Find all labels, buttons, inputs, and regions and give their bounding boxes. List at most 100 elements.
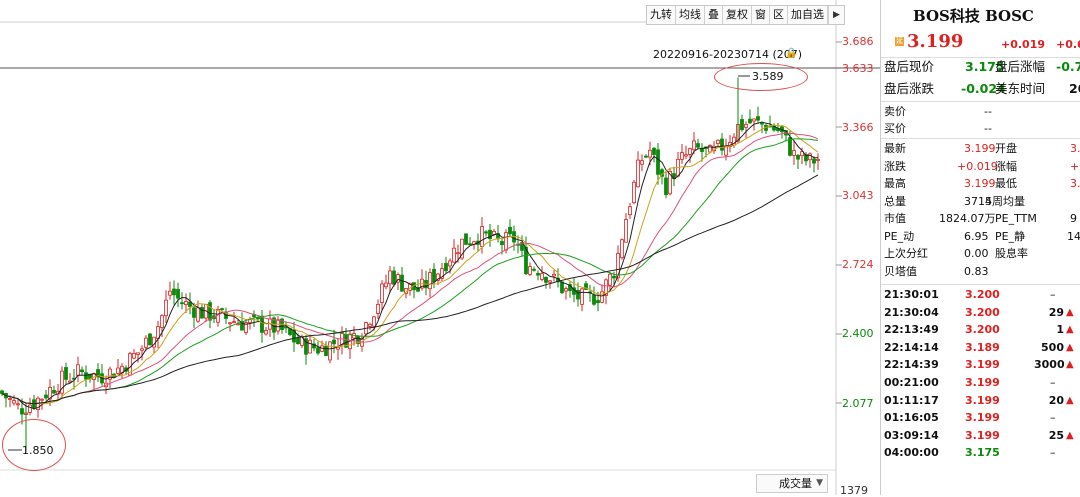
trade-time: 03:09:14 <box>884 428 939 442</box>
after-hours-row: 盘后现价 3.175 盘后涨幅 -0.7 <box>884 57 1080 77</box>
candle-body <box>688 148 692 155</box>
trade-price: 3.199 <box>965 376 1000 389</box>
price-change-percent: +0.60 <box>1056 38 1080 51</box>
candle-body <box>452 247 456 263</box>
candle-body <box>176 289 180 299</box>
candle-body <box>592 294 596 305</box>
moving-average-button[interactable]: 均线 <box>676 6 705 24</box>
candle-body <box>540 273 544 280</box>
candle-body <box>316 347 320 354</box>
stats-row: 上次分红 0.00 股息率 <box>884 245 1028 262</box>
stats-value: +0.6 <box>1070 159 1080 173</box>
stats-label: 市值 <box>884 212 906 225</box>
candle-body <box>716 139 720 144</box>
y-axis-label: 3.633 <box>842 62 874 75</box>
candle-body <box>680 152 684 160</box>
order-book-label: 买价 <box>884 122 906 135</box>
trade-time: 21:30:01 <box>884 288 939 301</box>
window-button[interactable]: 窗 <box>752 6 770 24</box>
trade-direction: – <box>1050 446 1056 460</box>
toolbar-expand-icon[interactable]: ▶ <box>828 6 844 24</box>
candle-body <box>532 268 536 271</box>
trade-price: 3.199 <box>965 358 1000 372</box>
stats-label: PE_动 <box>884 229 915 243</box>
ma30-line <box>1 138 819 405</box>
candle-body <box>388 270 392 285</box>
candle-body <box>444 263 448 272</box>
ma20-line <box>1 132 819 405</box>
lock-icon[interactable]: 🔒 <box>785 48 797 59</box>
kline-chart[interactable]: 3.589 1.850 九转 均线 叠 复权 窗 区 加自选 ▶ 20220916… <box>0 0 880 497</box>
trade-time: 22:13:49 <box>884 323 939 337</box>
stats-value: +0.019 <box>957 159 998 173</box>
arrow-up-icon: ▲ <box>1066 394 1074 406</box>
candle-body <box>544 276 548 283</box>
candle-body <box>232 321 236 324</box>
candle-body <box>580 288 584 305</box>
trade-time: 22:14:14 <box>884 340 939 354</box>
candle-body <box>656 149 660 175</box>
candle-body <box>792 150 796 156</box>
trade-time: 22:14:39 <box>884 358 939 372</box>
stats-label: 开盘 <box>995 142 1017 155</box>
stats-label: PE_TTM <box>995 212 1037 225</box>
nine-turn-button[interactable]: 九转 <box>647 6 676 24</box>
candle-body <box>260 315 264 333</box>
candle-body <box>492 230 496 235</box>
range-button[interactable]: 区 <box>770 6 788 24</box>
candle-body <box>228 322 232 325</box>
candle-body <box>740 119 744 131</box>
candle-body <box>372 316 376 327</box>
candle-body <box>400 274 404 292</box>
order-book-row: 买价 -- <box>884 120 992 137</box>
order-book-value: -- <box>984 122 992 135</box>
candle-body <box>276 319 280 332</box>
candle-body <box>796 154 800 160</box>
trade-qty: 500 <box>1041 340 1064 354</box>
candle-body <box>136 352 140 355</box>
candle-body <box>256 317 260 320</box>
after-hours-label: 美东时间 <box>995 81 1046 96</box>
candle-body <box>752 118 756 122</box>
delay-badge: 延 <box>895 37 904 46</box>
adjust-button[interactable]: 复权 <box>723 6 752 24</box>
y-axis-label: 3.686 <box>842 35 874 48</box>
overlay-button[interactable]: 叠 <box>705 6 723 24</box>
candle-body <box>696 143 700 148</box>
divider <box>881 284 1080 285</box>
order-book-value: -- <box>984 105 992 118</box>
candle-body <box>652 147 656 155</box>
candle-body <box>480 226 484 247</box>
candle-body <box>324 345 328 357</box>
candle-body <box>332 339 336 345</box>
date-range-label: 20220916-20230714 (207) <box>653 48 803 61</box>
candle-body <box>132 353 136 359</box>
add-watchlist-button[interactable]: 加自选 <box>788 6 828 24</box>
arrow-up-icon: ▲ <box>1066 341 1074 353</box>
candle-body <box>160 315 164 328</box>
stats-row: 市值 1824.07万 PE_TTM 9 <box>884 210 1077 227</box>
candle-body <box>528 266 532 275</box>
trade-time: 21:30:04 <box>884 305 939 319</box>
candle-body <box>744 123 748 128</box>
trade-time: 01:11:17 <box>884 393 939 407</box>
candle-body <box>184 301 188 305</box>
stats-value: 14 <box>1067 229 1080 243</box>
arrow-up-icon: ▲ <box>1066 306 1074 318</box>
candle-body <box>760 122 764 125</box>
candle-body <box>80 369 84 372</box>
stats-value: 0.00 <box>964 247 989 260</box>
stats-label: 4周均量 <box>985 194 1025 208</box>
candle-body <box>380 283 384 303</box>
candle-body <box>384 282 388 288</box>
candle-body <box>548 280 552 283</box>
candle-body <box>44 394 48 399</box>
candle-body <box>456 252 460 255</box>
candle-body <box>140 348 144 351</box>
stats-label: PE_静 <box>995 229 1026 243</box>
trade-direction: – <box>1050 288 1056 301</box>
stats-label: 上次分红 <box>884 247 928 260</box>
volume-indicator-select[interactable]: 成交量 ▼ <box>756 474 828 493</box>
candle-body <box>640 160 644 165</box>
candle-body <box>0 390 4 394</box>
